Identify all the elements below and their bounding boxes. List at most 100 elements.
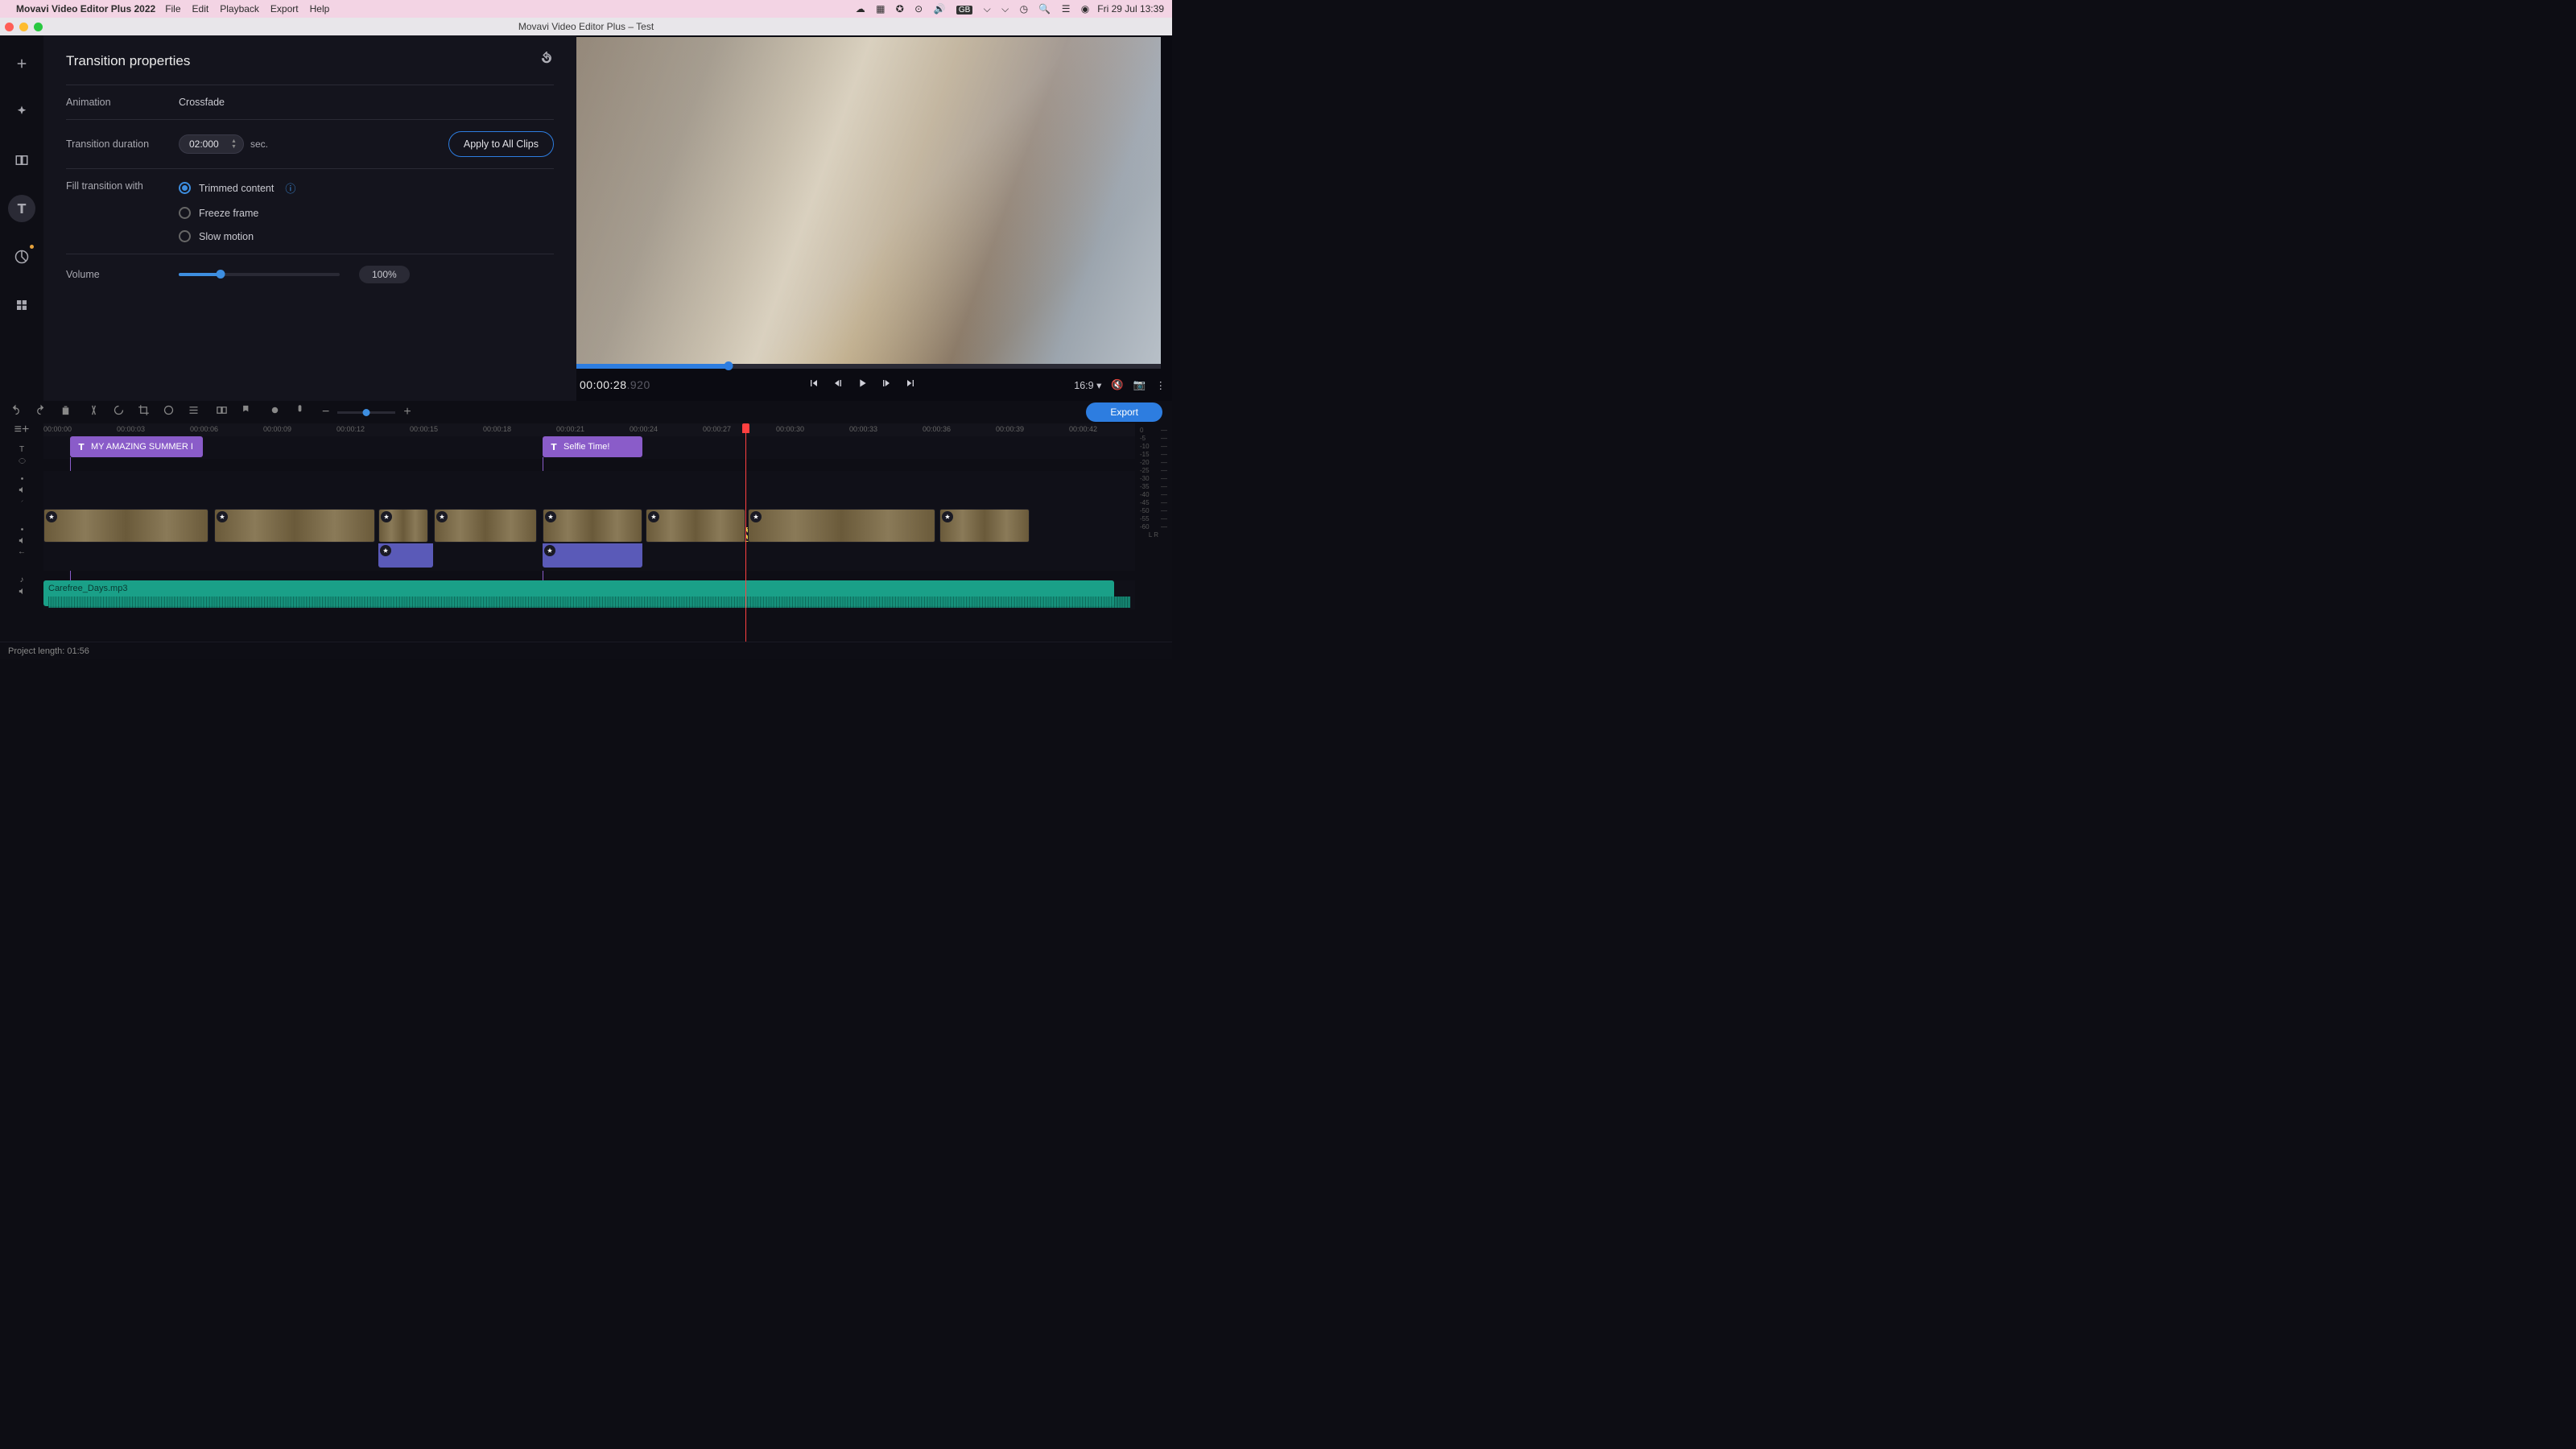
- eye-icon[interactable]: [18, 525, 27, 534]
- lang-badge[interactable]: GB: [956, 6, 972, 14]
- menu-help[interactable]: Help: [310, 3, 330, 14]
- more-tools[interactable]: [8, 291, 35, 319]
- color-button[interactable]: [163, 404, 175, 420]
- star-icon[interactable]: [46, 511, 57, 522]
- aspect-ratio-selector[interactable]: 16:9 ▾: [1074, 379, 1101, 391]
- play-icon[interactable]: ⊙: [914, 3, 923, 14]
- preview-menu-icon[interactable]: ⋮: [1156, 379, 1166, 391]
- duration-spinner[interactable]: ▲▼: [231, 138, 237, 150]
- add-track-button[interactable]: ≡+: [0, 423, 43, 436]
- crop-button[interactable]: [138, 404, 150, 420]
- star-icon[interactable]: [217, 511, 228, 522]
- import-tool[interactable]: [8, 50, 35, 77]
- video-clip[interactable]: [939, 509, 1030, 543]
- link-icon[interactable]: [18, 497, 27, 506]
- speaker-icon[interactable]: [18, 587, 27, 596]
- stickers-tool[interactable]: [8, 243, 35, 270]
- step-back-button[interactable]: [832, 377, 844, 394]
- filters-tool[interactable]: [8, 98, 35, 126]
- star-icon[interactable]: [381, 511, 392, 522]
- video-track-header[interactable]: ←: [0, 508, 43, 571]
- redo-button[interactable]: [35, 404, 47, 420]
- back-icon[interactable]: ←: [18, 547, 26, 556]
- timeline-body[interactable]: 00:00:0000:00:0300:00:0600:00:0900:00:12…: [43, 423, 1135, 642]
- adjust-button[interactable]: [188, 404, 200, 420]
- tv-icon[interactable]: ▦: [876, 3, 885, 14]
- reset-button[interactable]: [539, 52, 554, 70]
- preview-scrubber[interactable]: [576, 364, 1161, 369]
- zoom-slider[interactable]: [337, 411, 395, 414]
- menu-edit[interactable]: Edit: [192, 3, 209, 14]
- transitions-tool[interactable]: [8, 147, 35, 174]
- menubar-clock[interactable]: Fri 29 Jul 13:39: [1097, 3, 1164, 14]
- star-icon[interactable]: [545, 511, 556, 522]
- rotate-button[interactable]: [113, 404, 125, 420]
- video-clip[interactable]: [214, 509, 375, 543]
- preview-viewport[interactable]: [576, 37, 1161, 364]
- control-center-icon[interactable]: ☰: [1062, 3, 1071, 14]
- fill-option-trimmed[interactable]: Trimmed content ⓘ: [179, 180, 295, 196]
- shield-icon[interactable]: ✪: [896, 3, 904, 14]
- skip-start-button[interactable]: [807, 377, 820, 394]
- marker-button[interactable]: [241, 404, 253, 420]
- step-forward-button[interactable]: [880, 377, 893, 394]
- video-clip[interactable]: [434, 509, 537, 543]
- timeline-ruler[interactable]: 00:00:0000:00:0300:00:0600:00:0900:00:12…: [43, 423, 1135, 436]
- video-clip[interactable]: [646, 509, 745, 543]
- eye-icon[interactable]: [18, 474, 27, 483]
- text-track-header[interactable]: T: [0, 436, 43, 471]
- overlay-track[interactable]: [43, 471, 1135, 508]
- menu-file[interactable]: File: [165, 3, 180, 14]
- star-icon[interactable]: [544, 545, 555, 556]
- play-button[interactable]: [856, 377, 869, 394]
- video-clip[interactable]: [378, 509, 428, 543]
- linked-clip[interactable]: [378, 543, 433, 568]
- music-track[interactable]: Carefree_Days.mp3: [43, 580, 1135, 609]
- playhead[interactable]: [745, 423, 746, 642]
- linked-audio-track[interactable]: [43, 543, 1135, 571]
- text-track[interactable]: MY AMAZING SUMMER ISelfie Time!: [43, 436, 1135, 459]
- mute-icon[interactable]: 🔇: [1111, 379, 1124, 391]
- video-track[interactable]: [43, 508, 1135, 543]
- search-icon[interactable]: 🔍: [1038, 3, 1051, 14]
- export-button[interactable]: Export: [1086, 402, 1162, 422]
- bluetooth-icon[interactable]: ⌵: [984, 3, 991, 14]
- duration-field[interactable]: [189, 138, 226, 150]
- star-icon[interactable]: [648, 511, 659, 522]
- snapshot-icon[interactable]: 📷: [1133, 379, 1146, 391]
- cut-button[interactable]: [88, 404, 100, 420]
- duration-input[interactable]: ▲▼: [179, 134, 244, 154]
- titles-tool[interactable]: [8, 195, 35, 222]
- eye-icon[interactable]: [18, 456, 27, 465]
- video-clip[interactable]: [543, 509, 642, 543]
- help-icon[interactable]: ⓘ: [285, 180, 295, 196]
- menu-export[interactable]: Export: [270, 3, 299, 14]
- record-video-button[interactable]: [269, 404, 281, 420]
- transition-wizard-button[interactable]: [216, 404, 228, 420]
- cloud-icon[interactable]: ☁︎: [856, 3, 865, 14]
- delete-button[interactable]: [60, 404, 72, 420]
- menubar-app-name[interactable]: Movavi Video Editor Plus 2022: [16, 3, 155, 14]
- star-icon[interactable]: [436, 511, 448, 522]
- fill-option-freeze[interactable]: Freeze frame: [179, 207, 295, 219]
- linked-clip[interactable]: [543, 543, 642, 568]
- speaker-icon[interactable]: [18, 485, 27, 494]
- volume-slider[interactable]: [179, 273, 340, 276]
- clock-icon[interactable]: ◷: [1020, 3, 1028, 14]
- wifi-icon[interactable]: ⌵: [1001, 3, 1009, 14]
- volume-icon[interactable]: 🔊: [934, 3, 946, 14]
- video-clip[interactable]: [43, 509, 208, 543]
- undo-button[interactable]: [10, 404, 22, 420]
- zoom-in-button[interactable]: +: [403, 405, 411, 419]
- audio-track-header[interactable]: ♪: [0, 571, 43, 600]
- apply-all-clips-button[interactable]: Apply to All Clips: [448, 131, 554, 157]
- overlay-track-header[interactable]: [0, 471, 43, 508]
- menu-playback[interactable]: Playback: [220, 3, 259, 14]
- siri-icon[interactable]: ◉: [1081, 3, 1089, 14]
- text-clip[interactable]: MY AMAZING SUMMER I: [70, 436, 203, 457]
- star-icon[interactable]: [380, 545, 391, 556]
- speaker-icon[interactable]: [18, 536, 27, 545]
- zoom-out-button[interactable]: −: [322, 405, 329, 419]
- fill-option-slowmo[interactable]: Slow motion: [179, 230, 295, 242]
- star-icon[interactable]: [942, 511, 953, 522]
